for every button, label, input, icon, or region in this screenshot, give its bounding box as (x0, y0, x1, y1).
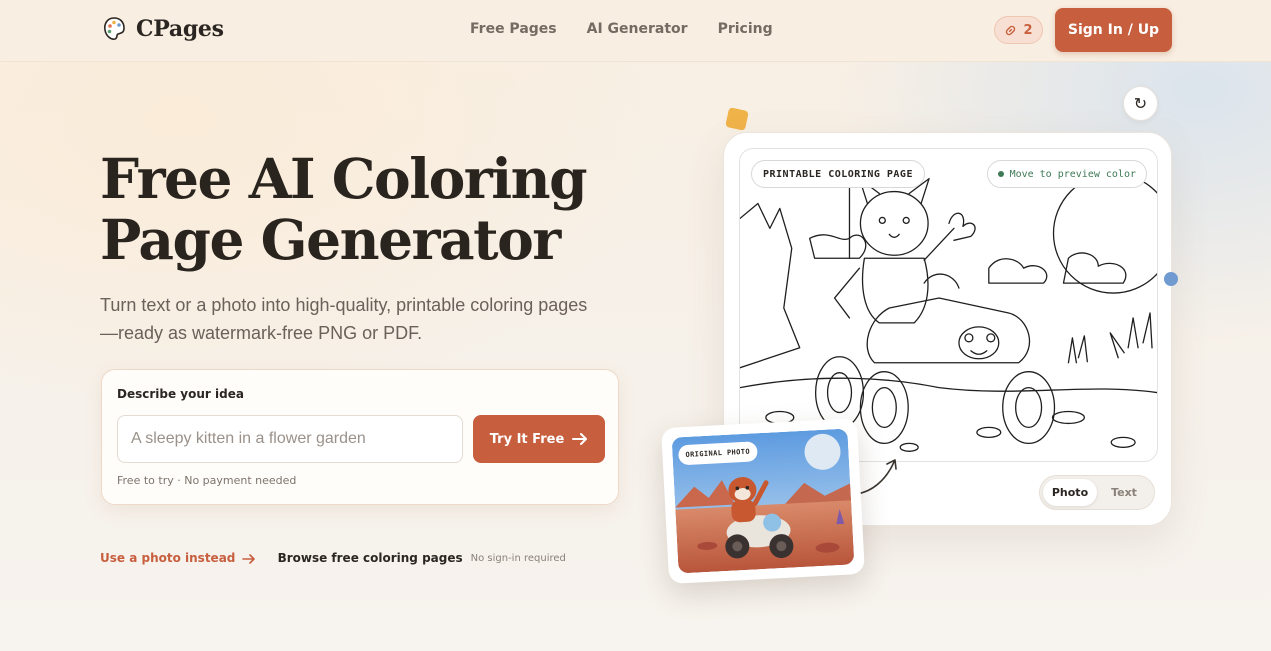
secondary-links: Use a photo instead Browse free coloring… (100, 551, 566, 565)
toggle-photo[interactable]: Photo (1043, 479, 1097, 506)
palette-icon (104, 17, 125, 40)
mode-toggle: Photo Text (1039, 475, 1155, 510)
refresh-icon: ↻ (1133, 95, 1148, 113)
no-signin-note: No sign-in required (470, 552, 566, 564)
hero-subtitle-line2: —ready as watermark-free PNG or PDF. (100, 323, 423, 343)
signin-button[interactable]: Sign In / Up (1055, 8, 1172, 52)
decor-square (725, 107, 749, 131)
arrow-right-icon (572, 433, 588, 445)
toggle-text[interactable]: Text (1097, 479, 1151, 506)
site-header: CPages Free Pages AI Generator Pricing 2… (0, 0, 1271, 62)
printable-tag: PRINTABLE COLORING PAGE (751, 160, 925, 188)
hero-title-line1: Free AI Coloring (100, 146, 588, 211)
coloring-page-illustration (740, 173, 1157, 452)
idea-label: Describe your idea (117, 387, 244, 401)
hero-title-line2: Page Generator (100, 207, 561, 272)
original-photo-tag: ORIGINAL PHOTO (677, 441, 758, 466)
brand-name: CPages (136, 16, 224, 42)
move-to-preview-label: Move to preview color (1009, 168, 1136, 180)
brand-logo[interactable]: CPages (102, 15, 224, 43)
credits-count: 2 (1023, 22, 1033, 38)
hero-subtitle: Turn text or a photo into high-quality, … (100, 291, 640, 347)
main-nav: Free Pages AI Generator Pricing (470, 21, 803, 37)
nav-ai-generator[interactable]: AI Generator (587, 21, 688, 37)
try-it-free-button[interactable]: Try It Free (473, 415, 605, 463)
hero-subtitle-line1: Turn text or a photo into high-quality, … (100, 295, 588, 315)
hero-title: Free AI Coloring Page Generator (100, 148, 660, 270)
coloring-page-preview[interactable]: PRINTABLE COLORING PAGE Move to preview … (739, 148, 1158, 462)
nav-free-pages[interactable]: Free Pages (470, 21, 557, 37)
decor-dot (1164, 272, 1178, 286)
nav-pricing[interactable]: Pricing (718, 21, 773, 37)
use-photo-label: Use a photo instead (100, 551, 236, 565)
original-photo-card: ORIGINAL PHOTO (661, 417, 865, 585)
try-it-free-label: Try It Free (489, 431, 565, 447)
idea-note: Free to try · No payment needed (117, 474, 297, 487)
credits-badge[interactable]: 2 (994, 16, 1043, 44)
original-photo: ORIGINAL PHOTO (671, 428, 855, 574)
status-dot (997, 171, 1004, 177)
browse-free-pages-link[interactable]: Browse free coloring pages (278, 551, 463, 565)
arrow-right-icon (241, 553, 255, 564)
refresh-button[interactable]: ↻ (1123, 86, 1158, 121)
use-photo-link[interactable]: Use a photo instead (100, 551, 256, 565)
move-to-preview-tag: Move to preview color (986, 160, 1147, 188)
link-icon (1006, 25, 1016, 35)
idea-input[interactable] (117, 415, 463, 463)
idea-form-card: Describe your idea Try It Free Free to t… (101, 369, 619, 505)
